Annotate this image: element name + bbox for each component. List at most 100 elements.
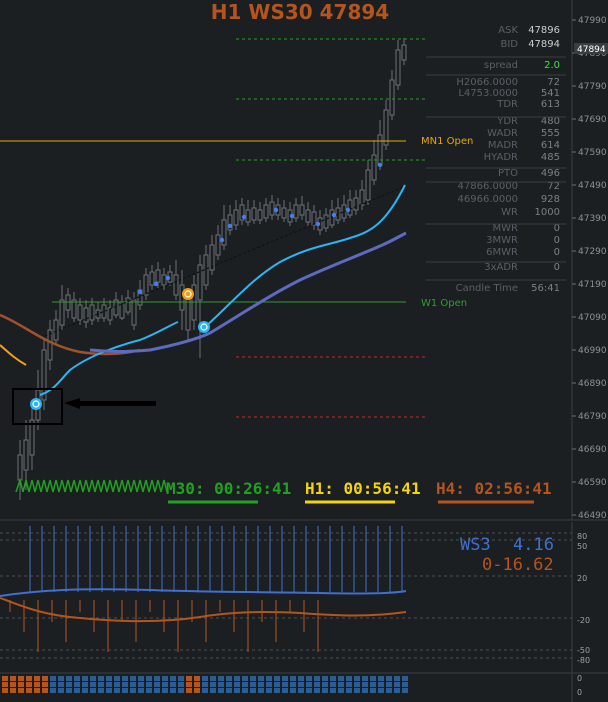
histogram-block bbox=[122, 676, 128, 681]
histogram-block bbox=[186, 676, 192, 681]
histogram-block bbox=[146, 682, 152, 687]
indicator-axis-label: 80 bbox=[577, 532, 587, 541]
bottom-blocks bbox=[2, 676, 408, 693]
candle-body bbox=[185, 294, 191, 331]
info-label: MWR bbox=[493, 223, 519, 234]
histogram-block bbox=[258, 688, 264, 693]
info-value: 614 bbox=[541, 140, 560, 151]
candle-body bbox=[83, 307, 89, 323]
histogram-block bbox=[354, 682, 360, 687]
price-label: 47390 bbox=[578, 214, 607, 224]
indicator-axis-label: -80 bbox=[577, 656, 590, 665]
signal-dot bbox=[345, 207, 351, 213]
indicator-axis-labels: 8050 20 -20 -50-80 bbox=[577, 532, 590, 665]
candle-body bbox=[53, 319, 59, 341]
price-label: 47290 bbox=[578, 247, 607, 257]
info-label: BID bbox=[500, 39, 518, 50]
m30-timer: M30: 00:26:41 bbox=[166, 479, 291, 498]
histogram-block bbox=[402, 682, 408, 687]
histogram-block bbox=[226, 688, 232, 693]
info-label: L4753.0000 bbox=[458, 88, 518, 99]
histogram-block bbox=[162, 676, 168, 681]
price-label: 46690 bbox=[578, 445, 607, 455]
signal-dot bbox=[219, 237, 225, 243]
histogram-block bbox=[282, 676, 288, 681]
histogram-block bbox=[266, 688, 272, 693]
histogram-block bbox=[10, 688, 16, 693]
info-value: 47896 bbox=[528, 25, 560, 36]
h1-timer: H1: 00:56:41 bbox=[305, 479, 421, 498]
histogram-block bbox=[202, 688, 208, 693]
histogram-block bbox=[162, 682, 168, 687]
candle-body bbox=[161, 274, 167, 286]
histogram-block bbox=[90, 676, 96, 681]
green-zigzag bbox=[15, 477, 168, 493]
histogram-block bbox=[322, 682, 328, 687]
info-value: 72 bbox=[547, 77, 560, 88]
indicator-orange-value: 0-16.62 bbox=[482, 555, 554, 575]
candle-body bbox=[395, 49, 401, 86]
histogram-block bbox=[82, 688, 88, 693]
candle-body bbox=[143, 274, 149, 296]
candle-body bbox=[173, 274, 179, 296]
chart-title: H1 WS30 47894 bbox=[211, 0, 389, 24]
candle-body bbox=[353, 197, 359, 211]
info-value: 56:41 bbox=[531, 283, 560, 294]
info-label: 46966.0000 bbox=[458, 194, 518, 205]
histogram-block bbox=[338, 688, 344, 693]
current-price-tag: 47894 bbox=[574, 43, 608, 55]
price-label: 46490 bbox=[578, 511, 607, 521]
trading-chart-window: H1 WS30 47894 MN1 Open W1 Open 47990 4789… bbox=[0, 0, 608, 702]
histogram-block bbox=[258, 676, 264, 681]
histogram-block bbox=[314, 688, 320, 693]
candle-body bbox=[29, 419, 35, 456]
histogram-block bbox=[2, 682, 8, 687]
candle-body bbox=[71, 299, 77, 319]
signal-dot bbox=[227, 223, 233, 229]
histogram-block bbox=[26, 688, 32, 693]
signal-marker bbox=[182, 288, 194, 300]
histogram-block bbox=[394, 682, 400, 687]
histogram-block bbox=[282, 688, 288, 693]
histogram-block bbox=[50, 676, 56, 681]
histogram-block bbox=[66, 682, 72, 687]
info-value: 0 bbox=[554, 235, 560, 246]
candle-body bbox=[311, 211, 317, 226]
histogram-block bbox=[394, 688, 400, 693]
candle-body bbox=[197, 264, 203, 301]
price-chart[interactable]: H1 WS30 47894 MN1 Open W1 Open 47990 4789… bbox=[0, 0, 608, 702]
histogram-block bbox=[274, 676, 280, 681]
candle-body bbox=[323, 214, 329, 229]
histogram-block bbox=[386, 688, 392, 693]
histogram-block bbox=[66, 688, 72, 693]
histogram-block bbox=[42, 688, 48, 693]
indicator-blue-value: 4.16 bbox=[513, 535, 554, 555]
ema-fast-line-left bbox=[39, 321, 179, 396]
info-value: 2.0 bbox=[544, 60, 560, 71]
signal-dot bbox=[331, 212, 337, 218]
histogram-block bbox=[274, 682, 280, 687]
candle-body bbox=[365, 169, 371, 201]
signal-dot bbox=[289, 213, 295, 219]
histogram-block bbox=[378, 676, 384, 681]
info-label: 3MWR bbox=[486, 235, 518, 246]
candle-body bbox=[59, 299, 65, 326]
histogram-block bbox=[34, 688, 40, 693]
histogram-block bbox=[362, 682, 368, 687]
histogram-block bbox=[178, 682, 184, 687]
histogram-block bbox=[322, 676, 328, 681]
histogram-block bbox=[162, 688, 168, 693]
histogram-block bbox=[194, 688, 200, 693]
histogram-block bbox=[402, 676, 408, 681]
histogram-block bbox=[26, 682, 32, 687]
candle-body bbox=[47, 329, 53, 361]
histogram-block bbox=[106, 682, 112, 687]
price-label: 47990 bbox=[578, 16, 607, 26]
info-label: ASK bbox=[498, 25, 518, 36]
info-label: MADR bbox=[488, 140, 518, 151]
histogram-block bbox=[298, 688, 304, 693]
price-label: 47190 bbox=[578, 280, 607, 290]
histogram-block bbox=[114, 688, 120, 693]
signal-dot bbox=[377, 162, 383, 168]
w1-open-label: W1 Open bbox=[421, 298, 467, 309]
